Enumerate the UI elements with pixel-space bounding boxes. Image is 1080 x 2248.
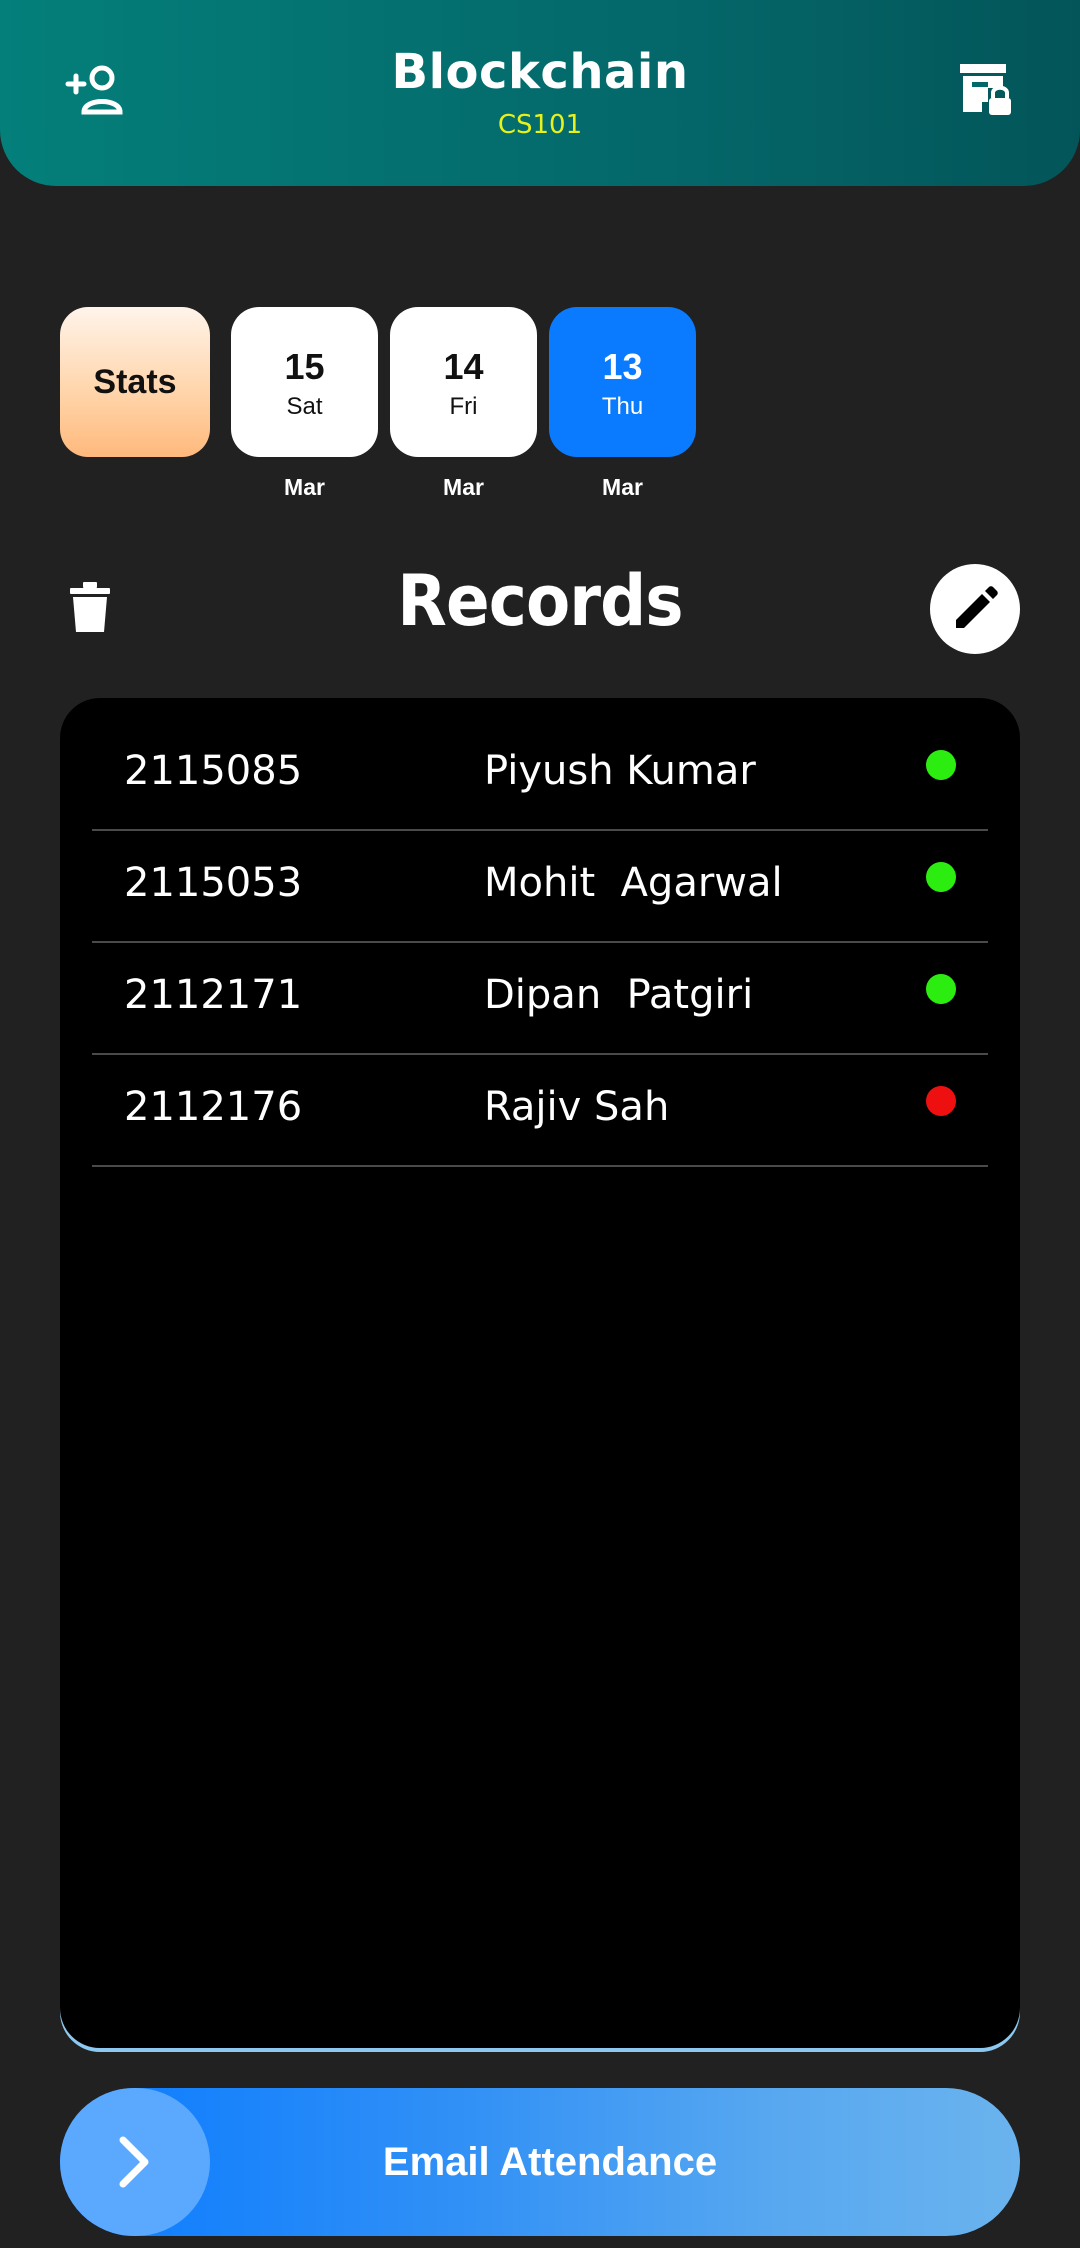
student-name: Rajiv Sah — [484, 1084, 670, 1130]
student-name: Piyush Kumar — [484, 748, 756, 794]
status-present-indicator — [926, 862, 956, 892]
roll-number: 2115085 — [124, 748, 303, 794]
student-name: Mohit Agarwal — [484, 860, 783, 906]
date-number: 15 — [284, 346, 325, 387]
course-code: CS101 — [497, 110, 583, 140]
page-title: Blockchain — [391, 44, 689, 100]
status-absent-indicator — [926, 1086, 956, 1116]
date-weekday: Fri — [449, 393, 478, 420]
date-weekday: Sat — [286, 393, 323, 420]
date-month: Mar — [284, 474, 325, 500]
date-chip-13-selected[interactable]: 13 Thu — [549, 307, 696, 457]
table-row[interactable]: 2112171 Dipan Patgiri — [92, 942, 988, 1055]
archive-lock-icon[interactable] — [958, 62, 1022, 118]
date-number: 13 — [602, 346, 643, 387]
app-header: Blockchain CS101 — [0, 0, 1080, 186]
table-row[interactable]: 2112176 Rajiv Sah — [92, 1054, 988, 1167]
status-present-indicator — [926, 974, 956, 1004]
records-list: 2115085 Piyush Kumar 2115053 Mohit Agarw… — [60, 698, 1020, 2048]
date-chip-15[interactable]: 15 Sat — [231, 307, 378, 457]
email-attendance-button[interactable]: Email Attendance — [60, 2088, 1020, 2236]
date-month: Mar — [602, 474, 643, 500]
stats-button[interactable]: Stats — [60, 307, 210, 457]
date-number: 14 — [443, 346, 484, 387]
roll-number: 2112176 — [124, 1084, 303, 1130]
student-name: Dipan Patgiri — [484, 972, 754, 1018]
date-chip-14[interactable]: 14 Fri — [390, 307, 537, 457]
pencil-icon — [956, 586, 998, 628]
email-attendance-label: Email Attendance — [382, 2140, 718, 2184]
roll-number: 2115053 — [124, 860, 303, 906]
date-weekday: Thu — [601, 393, 644, 420]
date-month: Mar — [443, 474, 484, 500]
table-row[interactable]: 2115053 Mohit Agarwal — [92, 830, 988, 943]
records-heading: Records — [397, 560, 683, 642]
table-row[interactable]: 2115085 Piyush Kumar — [92, 718, 988, 831]
roll-number: 2112171 — [124, 972, 303, 1018]
edit-button[interactable] — [930, 564, 1020, 654]
status-present-indicator — [926, 750, 956, 780]
